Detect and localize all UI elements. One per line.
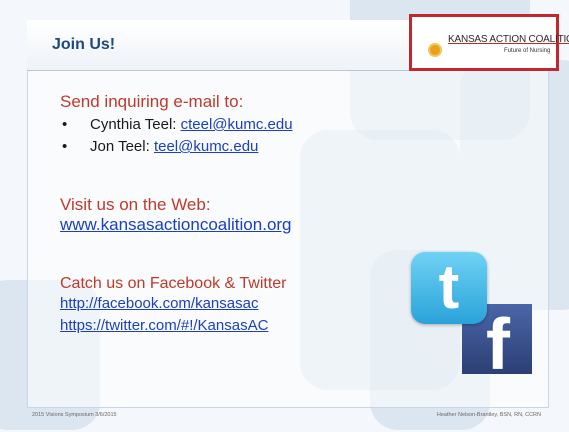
- facebook-link[interactable]: http://facebook.com/kansasac: [60, 293, 286, 315]
- contact-name: Jon Teel:: [90, 138, 154, 155]
- contact-list: • Cynthia Teel: cteel@kumc.edu • Jon Tee…: [60, 114, 293, 158]
- web-heading: Visit us on the Web:: [60, 195, 211, 214]
- twitter-icon[interactable]: t: [411, 252, 487, 324]
- social-section: Catch us on Facebook & Twitter http://fa…: [60, 275, 286, 337]
- website-link[interactable]: www.kansasactioncoalition.org: [60, 215, 292, 234]
- facebook-glyph: f: [486, 305, 510, 385]
- logo-main-text: KANSAS ACTION COALITION: [448, 34, 569, 45]
- footer-right: Heather Nelson-Brantley, BSN, RN, CCRN: [436, 412, 541, 418]
- list-item: • Cynthia Teel: cteel@kumc.edu: [60, 114, 293, 136]
- bullet-icon: •: [62, 116, 68, 133]
- email-link-teel[interactable]: teel@kumc.edu: [154, 138, 258, 155]
- kansas-action-coalition-logo: KANSAS ACTION COALITION Future of Nursin…: [409, 14, 569, 71]
- list-item: • Jon Teel: teel@kumc.edu: [60, 136, 293, 158]
- footer-left: 2015 Visions Symposium 3/6/2015: [32, 412, 117, 418]
- email-link-cteel[interactable]: cteel@kumc.edu: [181, 116, 293, 133]
- bullet-icon: •: [62, 138, 68, 155]
- social-heading: Catch us on Facebook & Twitter: [60, 275, 287, 292]
- logo-sub-text: Future of Nursing: [504, 48, 551, 54]
- contact-name: Cynthia Teel:: [90, 116, 181, 133]
- email-heading: Send inquiring e-mail to:: [60, 92, 244, 111]
- twitter-link[interactable]: https://twitter.com/#!/KansasAC: [60, 315, 286, 337]
- slide: Join Us! KANSAS ACTION COALITION Future …: [0, 0, 569, 432]
- web-section: Visit us on the Web: www.kansasactioncoa…: [60, 195, 292, 235]
- slide-title: Join Us!: [52, 36, 116, 53]
- twitter-glyph: t: [438, 253, 460, 322]
- email-section: Send inquiring e-mail to: • Cynthia Teel…: [60, 92, 293, 158]
- sunflower-icon: [430, 45, 440, 55]
